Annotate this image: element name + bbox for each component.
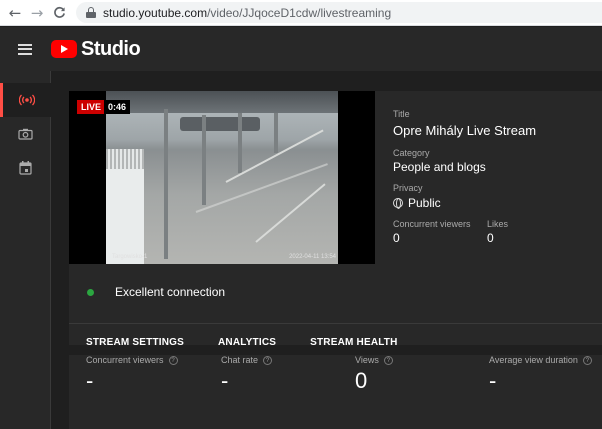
stat-label: Concurrent viewers xyxy=(86,355,164,365)
stat-value: 0 xyxy=(355,368,368,393)
stat-label: Average view duration xyxy=(489,355,578,365)
youtube-logo-icon xyxy=(51,40,77,58)
sidebar xyxy=(0,71,51,429)
likes-value: 0 xyxy=(487,231,494,245)
stat-value: - xyxy=(221,368,229,393)
stat-value: - xyxy=(86,368,94,393)
url-text: studio.youtube.com/video/JJqoceD1cdw/liv… xyxy=(103,5,392,20)
help-icon[interactable]: ? xyxy=(383,355,393,365)
stat-views: Views? 0 xyxy=(355,355,393,394)
stat-label: Chat rate xyxy=(221,355,259,365)
studio-header: Studio xyxy=(0,27,602,71)
back-icon[interactable]: ← xyxy=(4,2,26,24)
stat-label: Views xyxy=(355,355,379,365)
video-player[interactable]: Targowisko-1 2022-04-11 13:54 LIVE 0:46 xyxy=(69,91,375,264)
connection-status-text: Excellent connection xyxy=(115,285,226,299)
reload-icon[interactable] xyxy=(48,2,70,24)
help-icon[interactable]: ? xyxy=(168,355,178,365)
stat-concurrent-viewers: Concurrent viewers? - xyxy=(86,355,178,394)
connection-status: Excellent connection xyxy=(69,281,602,303)
video-frame: Targowisko-1 2022-04-11 13:54 xyxy=(106,91,338,264)
menu-icon[interactable] xyxy=(18,43,32,55)
live-broadcast-icon xyxy=(19,94,35,106)
title-label: Title xyxy=(393,109,410,119)
concurrent-viewers-value: 0 xyxy=(393,231,400,245)
help-icon[interactable]: ? xyxy=(263,355,273,365)
camera-timestamp: 2022-04-11 13:54 xyxy=(289,254,336,260)
privacy-value: Public xyxy=(393,196,441,210)
globe-icon xyxy=(393,198,403,209)
sidebar-item-schedule[interactable] xyxy=(0,151,51,185)
main-content: Targowisko-1 2022-04-11 13:54 LIVE 0:46 … xyxy=(51,71,602,429)
building xyxy=(106,149,144,264)
studio-logo[interactable]: Studio xyxy=(51,37,141,61)
camera-icon xyxy=(18,128,33,140)
concurrent-viewers-label: Concurrent viewers xyxy=(393,219,471,229)
stat-chat-rate: Chat rate? - xyxy=(221,355,273,394)
lock-icon xyxy=(86,7,96,18)
connection-status-dot xyxy=(87,288,94,296)
stat-value: - xyxy=(489,368,497,393)
likes-label: Likes xyxy=(487,219,509,229)
privacy-label: Privacy xyxy=(393,183,423,193)
help-icon[interactable]: ? xyxy=(582,355,592,365)
category-label: Category xyxy=(393,148,430,158)
sidebar-item-camera[interactable] xyxy=(0,117,51,151)
parked-cars xyxy=(180,117,260,131)
address-bar[interactable]: studio.youtube.com/video/JJqoceD1cdw/liv… xyxy=(76,2,602,23)
studio-logo-text: Studio xyxy=(81,37,141,60)
live-badge: LIVE xyxy=(77,100,106,114)
elapsed-time: 0:46 xyxy=(104,100,131,114)
sidebar-item-live[interactable] xyxy=(0,83,51,117)
category-value: People and blogs xyxy=(393,160,486,174)
browser-toolbar: ← → studio.youtube.com/video/JJqoceD1cdw… xyxy=(0,0,602,26)
camera-name: Targowisko-1 xyxy=(112,254,148,260)
stat-average-view-duration: Average view duration? - xyxy=(489,355,592,394)
stream-title: Opre Mihály Live Stream xyxy=(393,123,537,138)
analytics-stats: Concurrent viewers? - Chat rate? - Views… xyxy=(69,355,602,429)
forward-icon[interactable]: → xyxy=(26,2,48,24)
stream-card: Targowisko-1 2022-04-11 13:54 LIVE 0:46 … xyxy=(69,91,602,361)
calendar-icon xyxy=(19,161,32,175)
